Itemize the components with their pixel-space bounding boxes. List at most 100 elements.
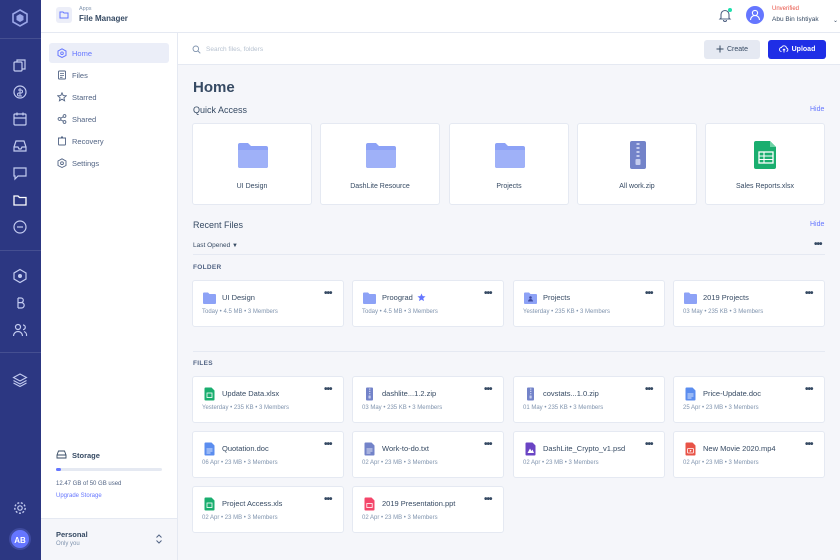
storage-progress-fill [56,468,62,471]
folder-card[interactable]: Projects Yesterday • 235 KB • 3 Members … [513,280,665,327]
file-meta: 25 Apr • 23 MB • 3 Members [683,405,759,411]
more-options-icon[interactable]: ••• [814,240,822,250]
quick-access-card[interactable]: Sales Reports.xlsx [705,123,825,205]
more-options-icon[interactable]: ••• [324,495,332,505]
settings-icon[interactable] [12,500,28,516]
doc-icon [685,387,696,401]
users-icon[interactable] [12,322,28,338]
folder-card[interactable]: 2019 Projects 03 May • 235 KB • 3 Member… [673,280,825,327]
folder-card[interactable]: Proograd Today • 4.5 MB • 3 Members ••• [352,280,504,327]
sidebar-item-settings[interactable]: Settings [49,153,169,173]
more-options-icon[interactable]: ••• [324,385,332,395]
layers-icon[interactable] [12,372,28,388]
folder-icon [684,292,697,304]
sidebar-item-recovery[interactable]: Recovery [49,131,169,151]
divider [193,351,825,352]
file-card[interactable]: DashLite_Crypto_v1.psd 02 Apr • 23 MB • … [513,431,665,478]
app-subtitle: Apps [79,6,92,12]
star-icon[interactable] [417,293,426,302]
sidebar-item-home[interactable]: Home [49,43,169,63]
recent-files-hide-link[interactable]: Hide [810,221,824,228]
quick-access-label: Projects [496,183,522,190]
upload-button[interactable]: Upload [768,40,826,59]
quick-access-card[interactable]: UI Design [192,123,312,205]
file-card[interactable]: Quotation.doc 06 Apr • 23 MB • 3 Members… [192,431,344,478]
user-avatar-icon[interactable] [746,6,764,24]
sidebar-item-label: Home [72,49,93,58]
storage-title: Storage [72,451,100,460]
quick-access-label: Sales Reports.xlsx [736,183,794,190]
quick-access-label: UI Design [236,183,268,190]
page-title: Home [193,79,235,96]
quick-access-card[interactable]: DashLite Resource [320,123,440,205]
dashboard-icon[interactable] [12,57,28,73]
more-options-icon[interactable]: ••• [805,440,813,450]
upload-cloud-icon [778,45,788,53]
file-card[interactable]: covstats...1.0.zip 01 May • 235 KB • 3 M… [513,376,665,423]
file-name: Project Access.xls [222,499,283,508]
user-name[interactable]: Abu Bin Ishtiyak [772,16,819,23]
more-options-icon[interactable]: ••• [484,385,492,395]
more-options-icon[interactable]: ••• [805,385,813,395]
bitcoin-icon[interactable] [12,295,28,311]
crypto-icon[interactable] [12,268,28,284]
create-button[interactable]: Create [704,40,760,59]
sheet-icon [204,387,215,401]
folder-icon[interactable] [12,192,28,208]
more-options-icon[interactable]: ••• [484,289,492,299]
chat-icon[interactable] [12,165,28,181]
quick-access-hide-link[interactable]: Hide [810,106,824,113]
more-options-icon[interactable]: ••• [324,440,332,450]
file-name: covstats...1.0.zip [543,389,599,398]
file-card[interactable]: Price-Update.doc 25 Apr • 23 MB • 3 Memb… [673,376,825,423]
inbox-icon[interactable] [12,138,28,154]
file-card[interactable]: dashlite...1.2.zip 03 May • 235 KB • 3 M… [352,376,504,423]
app-rail: AB [0,0,41,560]
folder-name: UI Design [222,293,255,302]
file-card[interactable]: Work-to-do.txt 02 Apr • 23 MB • 3 Member… [352,431,504,478]
more-options-icon[interactable]: ••• [645,440,653,450]
recent-files-title: Recent Files [193,220,244,230]
more-options-icon[interactable]: ••• [645,289,653,299]
folder-card[interactable]: UI Design Today • 4.5 MB • 3 Members ••• [192,280,344,327]
more-options-icon[interactable]: ••• [324,289,332,299]
quick-access-card[interactable]: Projects [449,123,569,205]
chevron-updown-icon[interactable] [155,533,163,545]
sidebar-item-label: Shared [72,115,97,124]
workspace-switcher[interactable]: Personal Only you [41,518,177,560]
sidebar: Home Files Starred Shared Recovery Setti… [41,33,178,560]
file-name: 2019 Presentation.ppt [382,499,456,508]
more-options-icon[interactable]: ••• [645,385,653,395]
file-card[interactable]: Update Data.xlsx Yesterday • 235 KB • 3 … [192,376,344,423]
coin-icon[interactable] [12,84,28,100]
sidebar-item-files[interactable]: Files [49,65,169,85]
upgrade-storage-link[interactable]: Upgrade Storage [56,493,102,499]
calendar-icon[interactable] [12,111,28,127]
chevron-down-icon[interactable]: ⌄ [833,17,838,24]
zip-icon [527,387,534,401]
zip-icon [630,141,646,169]
search-input[interactable] [206,42,406,56]
file-meta: 03 May • 235 KB • 3 Members [362,405,443,411]
file-name: Update Data.xlsx [222,389,280,398]
logo-icon[interactable] [11,9,29,27]
more-options-icon[interactable]: ••• [484,495,492,505]
sidebar-item-starred[interactable]: Starred [49,87,169,107]
file-meta: 02 Apr • 23 MB • 3 Members [683,460,759,466]
message-icon[interactable] [12,219,28,235]
file-card[interactable]: 2019 Presentation.ppt 02 Apr • 23 MB • 3… [352,486,504,533]
user-avatar[interactable]: AB [9,528,31,550]
file-meta: 02 Apr • 23 MB • 3 Members [523,460,599,466]
folder-meta: Today • 4.5 MB • 3 Members [202,309,278,315]
recovery-icon [58,136,66,146]
file-card[interactable]: New Movie 2020.mp4 02 Apr • 23 MB • 3 Me… [673,431,825,478]
zip-icon [366,387,373,401]
file-card[interactable]: Project Access.xls 02 Apr • 23 MB • 3 Me… [192,486,344,533]
sort-dropdown[interactable]: Last Opened ▼ [193,242,238,249]
quick-access-card[interactable]: All work.zip [577,123,697,205]
sidebar-item-shared[interactable]: Shared [49,109,169,129]
more-options-icon[interactable]: ••• [805,289,813,299]
more-options-icon[interactable]: ••• [484,440,492,450]
sidebar-item-label: Starred [72,93,97,102]
folder-name: 2019 Projects [703,293,749,302]
